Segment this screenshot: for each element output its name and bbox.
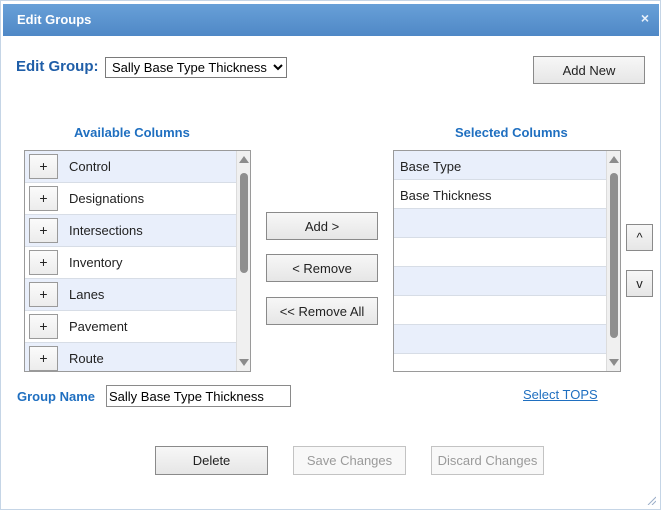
selected-column-row[interactable] [394,238,606,267]
remove-column-button[interactable]: < Remove [266,254,378,282]
selected-column-row[interactable] [394,296,606,325]
available-column-label: Designations [69,191,145,206]
selected-scrollbar[interactable] [606,151,620,371]
add-column-button[interactable]: Add > [266,212,378,240]
delete-button[interactable]: Delete [155,446,268,475]
scroll-thumb[interactable] [240,173,248,273]
selected-column-label: Base Type [400,159,462,174]
available-column-row[interactable]: + Route [25,343,236,371]
available-column-label: Route [69,351,104,366]
selected-column-row[interactable] [394,209,606,238]
selected-column-label: Base Thickness [400,188,492,203]
available-column-label: Pavement [69,319,128,334]
available-column-row[interactable]: + Intersections [25,215,236,247]
available-column-row[interactable]: + Designations [25,183,236,215]
scroll-up-arrow-icon[interactable] [609,156,619,163]
save-changes-button[interactable]: Save Changes [293,446,406,475]
close-icon[interactable]: × [641,10,649,26]
resize-grip-icon[interactable] [646,495,656,505]
selected-column-row[interactable]: Base Thickness [394,180,606,209]
add-new-button[interactable]: Add New [533,56,645,84]
selected-column-row[interactable]: Base Type [394,151,606,180]
available-column-row[interactable]: + Pavement [25,311,236,343]
select-tops-link[interactable]: Select TOPS [523,387,598,402]
add-column-plus-button[interactable]: + [29,282,58,307]
edit-groups-dialog: Edit Groups × Edit Group: Sally Base Typ… [0,0,661,510]
available-columns-list[interactable]: + Control + Designations + Intersections + Inve… [24,150,251,372]
add-column-plus-button[interactable]: + [29,218,58,243]
available-column-label: Control [69,159,111,174]
dialog-titlebar[interactable]: Edit Groups × [3,4,659,36]
scroll-down-arrow-icon[interactable] [609,359,619,366]
available-column-label: Inventory [69,255,123,270]
available-column-label: Intersections [69,223,143,238]
selected-column-row[interactable] [394,325,606,354]
move-down-button[interactable]: v [626,270,653,297]
scroll-thumb[interactable] [610,173,618,338]
available-columns-header: Available Columns [74,125,190,140]
add-column-plus-button[interactable]: + [29,186,58,211]
edit-group-label: Edit Group: [16,58,99,75]
scroll-down-arrow-icon[interactable] [239,359,249,366]
remove-all-columns-button[interactable]: << Remove All [266,297,378,325]
available-column-label: Lanes [69,287,105,302]
available-column-row[interactable]: + Lanes [25,279,236,311]
move-up-button[interactable]: ^ [626,224,653,251]
add-column-plus-button[interactable]: + [29,314,58,339]
dialog-title: Edit Groups [17,12,92,27]
add-column-plus-button[interactable]: + [29,250,58,275]
selected-columns-list[interactable]: Base Type Base Thickness [393,150,621,372]
available-column-row[interactable]: + Control [25,151,236,183]
group-name-input[interactable] [106,385,291,407]
available-scrollbar[interactable] [236,151,250,371]
add-column-plus-button[interactable]: + [29,154,58,179]
scroll-up-arrow-icon[interactable] [239,156,249,163]
discard-changes-button[interactable]: Discard Changes [431,446,544,475]
selected-column-row[interactable] [394,267,606,296]
group-name-label: Group Name [17,389,96,404]
selected-columns-header: Selected Columns [455,125,568,140]
add-column-plus-button[interactable]: + [29,346,58,371]
available-column-row[interactable]: + Inventory [25,247,236,279]
edit-group-select[interactable]: Sally Base Type Thickness [105,57,287,78]
